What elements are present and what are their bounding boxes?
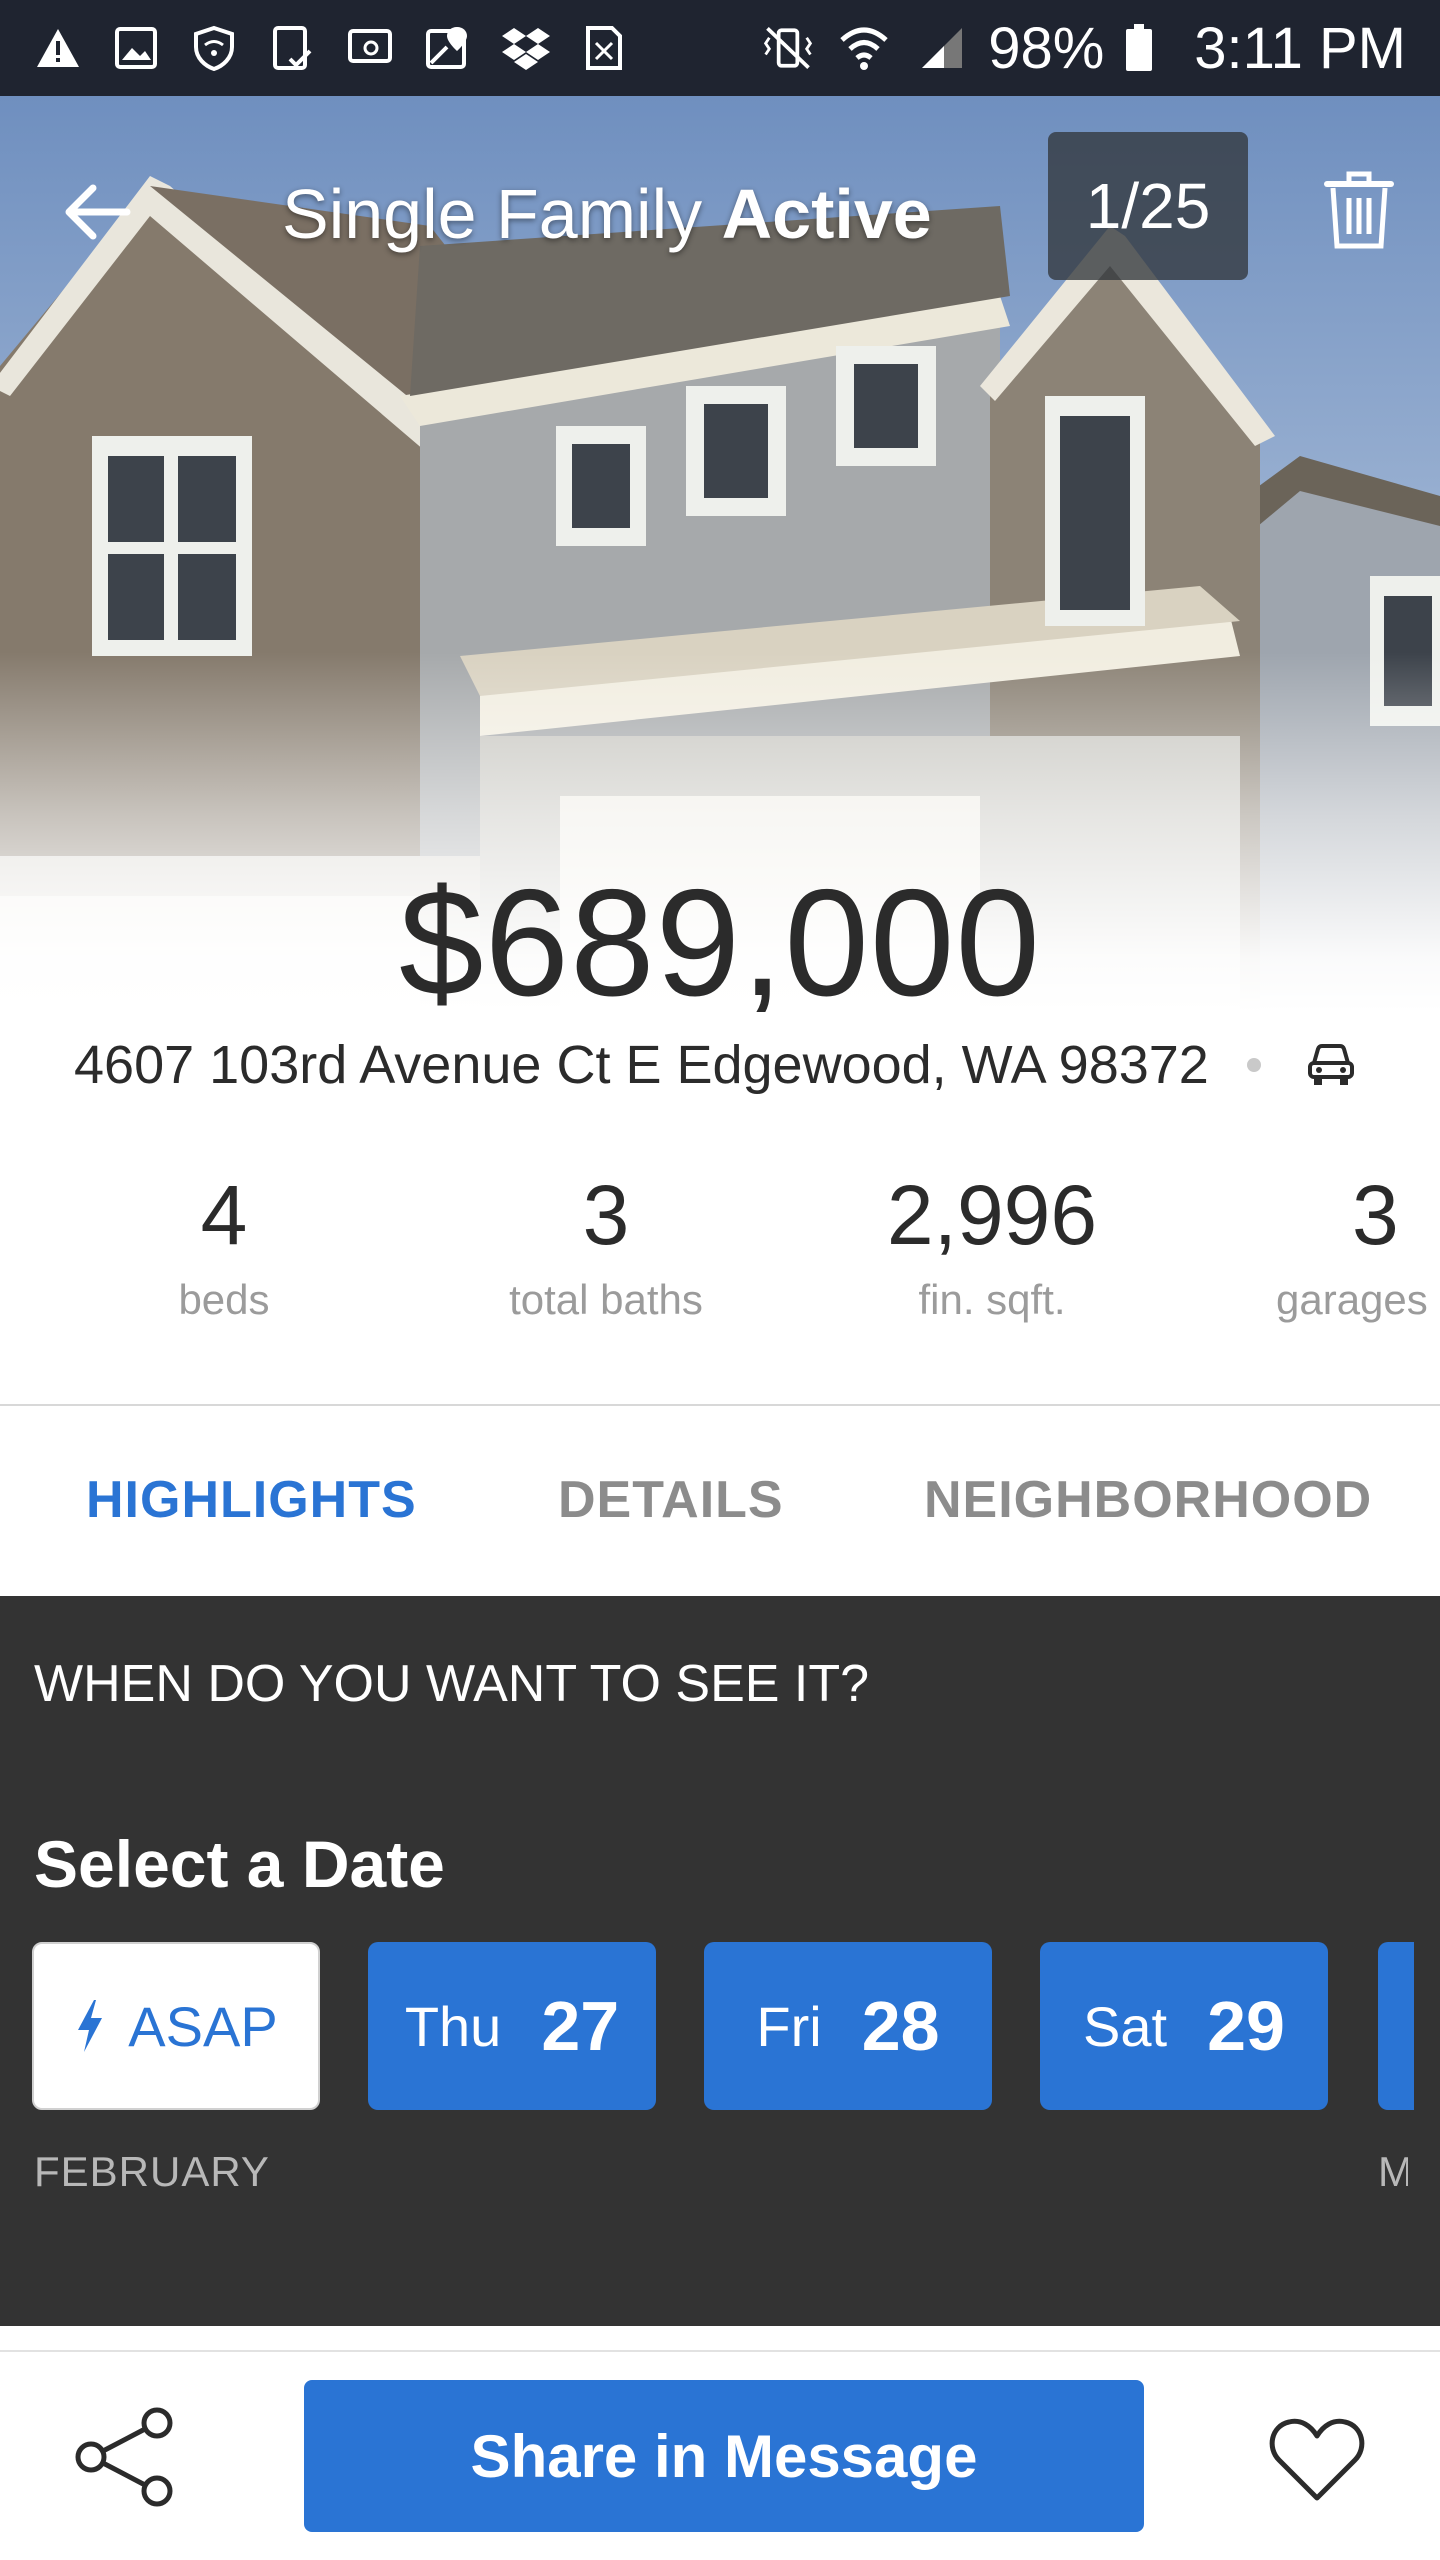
trash-icon xyxy=(1324,171,1394,249)
date-number: 29 xyxy=(1207,1987,1285,2065)
share-in-message-button[interactable]: Share in Message xyxy=(304,2380,1144,2532)
stat-label: garages xyxy=(1276,1276,1428,1323)
car-icon[interactable] xyxy=(1301,1035,1361,1095)
listing-status: Active xyxy=(721,175,932,253)
stat-baths: 3 total baths xyxy=(456,1160,756,1328)
warning-icon xyxy=(34,24,82,72)
top-app-bar: Single Family Active 1/25 xyxy=(0,96,1440,326)
asap-button[interactable]: ASAP xyxy=(32,1942,320,2110)
status-bar: 98% 3:11 PM xyxy=(0,0,1440,96)
listing-address: 4607 103rd Avenue Ct E Edgewood, WA 9837… xyxy=(74,1035,1209,1095)
signal-icon xyxy=(912,20,968,76)
select-date-heading: Select a Date xyxy=(34,1827,445,1901)
date-number: 27 xyxy=(541,1987,620,2065)
wifi-shield-icon xyxy=(190,24,238,72)
address-row: 4607 103rd Avenue Ct E Edgewood, WA 9837… xyxy=(0,1012,1440,1118)
battery-percent: 98% xyxy=(988,15,1105,81)
cast-icon xyxy=(346,24,394,72)
stat-value: 3 xyxy=(1352,1168,1399,1262)
next-month-label: M xyxy=(1378,2148,1408,2195)
back-arrow-icon xyxy=(65,184,131,240)
stat-label: total baths xyxy=(509,1276,703,1323)
schedule-question: WHEN DO YOU WANT TO SEE IT? xyxy=(34,1655,870,1713)
image-icon xyxy=(112,24,160,72)
share-icon xyxy=(75,2407,173,2507)
delete-button[interactable] xyxy=(1316,162,1402,258)
listing-price: $689,000 xyxy=(399,858,1041,1012)
favorite-button[interactable] xyxy=(1262,2404,1372,2514)
tab-details[interactable]: DETAILS xyxy=(558,1406,784,1594)
separator-dot xyxy=(1246,1058,1261,1072)
date-day: Fri xyxy=(756,1994,822,2058)
stat-sqft: 2,996 fin. sqft. xyxy=(842,1160,1142,1328)
property-stats: 4 beds 3 total baths 2,996 fin. sqft. 3 … xyxy=(0,1160,1440,1360)
date-chip-thu[interactable]: Thu 27 xyxy=(368,1942,656,2110)
stat-value: 4 xyxy=(200,1168,248,1262)
photo-counter: 1/25 xyxy=(1048,132,1248,280)
vibrate-off-icon xyxy=(760,20,816,76)
heart-icon xyxy=(1269,2418,1365,2501)
battery-icon xyxy=(1124,20,1154,76)
lightning-icon xyxy=(78,2000,103,2052)
system-status: 98% 3:11 PM xyxy=(760,15,1406,82)
sim-icon xyxy=(580,24,628,72)
date-day: Sat xyxy=(1083,1994,1168,2058)
listing-photo[interactable]: Single Family Active 1/25 $689,000 xyxy=(0,96,1440,1012)
date-day: Thu xyxy=(404,1994,502,2058)
schedule-tour-panel: WHEN DO YOU WANT TO SEE IT? Select a Dat… xyxy=(0,1596,1440,2326)
share-button[interactable] xyxy=(70,2402,180,2512)
wifi-icon xyxy=(836,20,892,76)
asap-label: ASAP xyxy=(128,1994,278,2058)
stat-garages: 3 garages xyxy=(1224,1160,1440,1328)
date-number: 28 xyxy=(861,1987,940,2065)
stat-value: 3 xyxy=(582,1168,630,1262)
bottom-action-bar: Share in Message xyxy=(0,2350,1440,2560)
stat-value: 2,996 xyxy=(886,1168,1098,1262)
clock: 3:11 PM xyxy=(1194,15,1406,81)
tablet-check-icon xyxy=(268,24,316,72)
date-chip-sat[interactable]: Sat 29 xyxy=(1040,1942,1328,2110)
map-icon xyxy=(424,24,472,72)
tab-highlights[interactable]: HIGHLIGHTS xyxy=(86,1406,417,1594)
stat-beds: 4 beds xyxy=(74,1160,374,1328)
notification-icons xyxy=(34,24,628,72)
month-label: FEBRUARY xyxy=(34,2148,270,2195)
dropbox-icon xyxy=(502,24,550,72)
stat-label: fin. sqft. xyxy=(918,1276,1066,1323)
date-chip-next[interactable] xyxy=(1378,1942,1414,2110)
back-button[interactable] xyxy=(56,172,136,252)
date-chip-fri[interactable]: Fri 28 xyxy=(704,1942,992,2110)
stat-label: beds xyxy=(178,1276,270,1323)
tab-neighborhood[interactable]: NEIGHBORHOOD xyxy=(924,1406,1372,1594)
tab-bar: HIGHLIGHTS DETAILS NEIGHBORHOOD xyxy=(0,1406,1440,1594)
page-title: Single Family Active xyxy=(282,174,932,254)
property-type: Single Family xyxy=(282,175,703,253)
